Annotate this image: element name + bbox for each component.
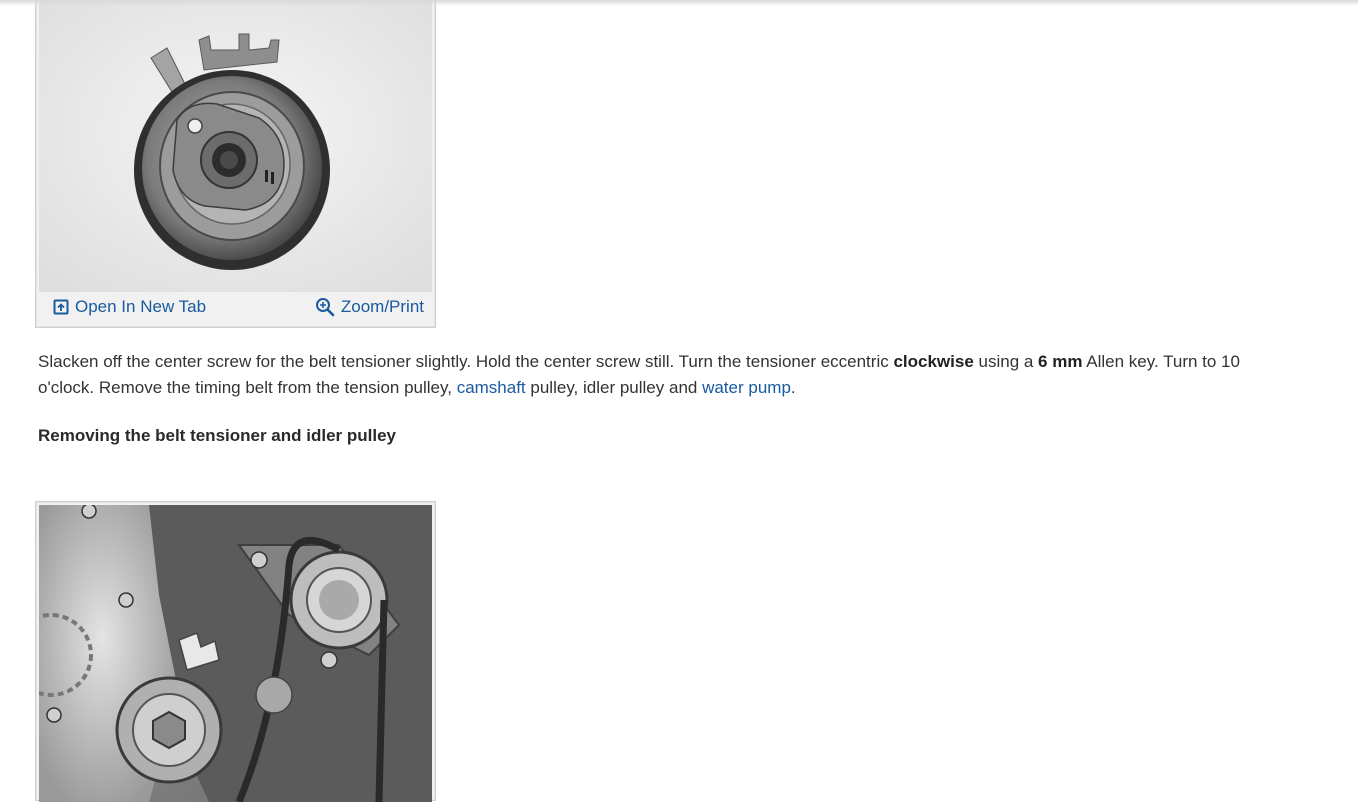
open-in-new-tab-link[interactable]: Open In New Tab xyxy=(53,297,206,317)
figure-engine-timing xyxy=(35,501,436,802)
instruction-text-1: Slacken off the center screw for the bel… xyxy=(38,352,894,371)
water-pump-link[interactable]: water pump xyxy=(702,378,791,397)
camshaft-link[interactable]: camshaft xyxy=(457,378,526,397)
figure-belt-tensioner: Open In New Tab Zoom/Print xyxy=(35,0,436,328)
instruction-paragraph: Slacken off the center screw for the bel… xyxy=(38,349,1288,401)
page-top-shadow xyxy=(0,0,1358,6)
belt-tensioner-image xyxy=(39,0,432,292)
open-in-new-tab-icon xyxy=(53,299,69,315)
zoom-print-link[interactable]: Zoom/Print xyxy=(315,297,424,317)
open-in-new-tab-label: Open In New Tab xyxy=(75,297,207,316)
instruction-text-5: . xyxy=(790,378,796,397)
instruction-text-2: using a xyxy=(973,352,1039,371)
figure-toolbar: Open In New Tab Zoom/Print xyxy=(39,292,432,322)
instruction-text-4: pulley, idler pulley and xyxy=(525,378,703,397)
engine-timing-image xyxy=(39,505,432,802)
instruction-bold-6mm: 6 mm xyxy=(1038,352,1083,371)
section-heading: Removing the belt tensioner and idler pu… xyxy=(38,426,397,445)
zoom-icon xyxy=(315,297,335,317)
instruction-bold-clockwise: clockwise xyxy=(893,352,974,371)
zoom-print-label: Zoom/Print xyxy=(340,297,424,316)
